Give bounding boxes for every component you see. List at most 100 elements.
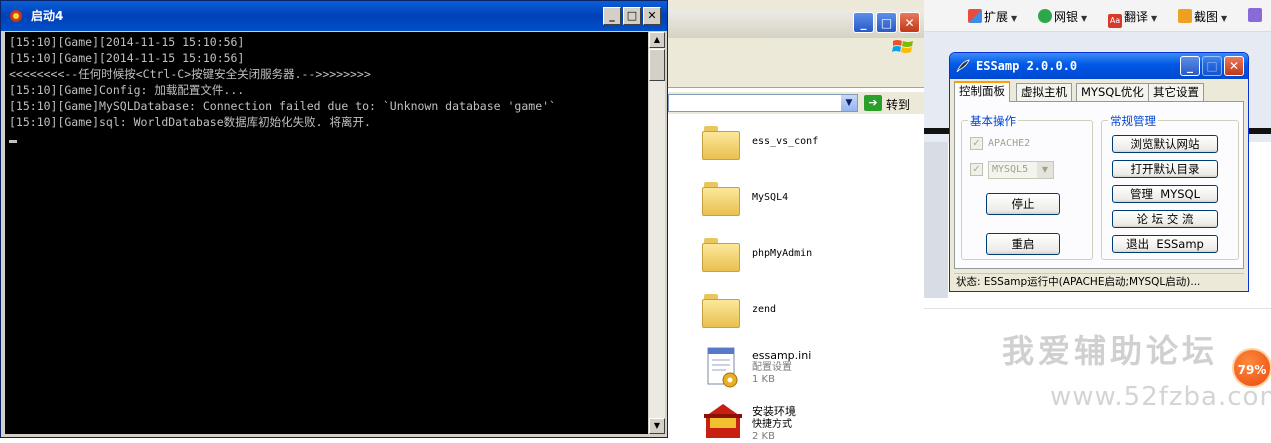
file-item-folder[interactable]: MySQL4 xyxy=(702,180,902,220)
file-item-folder[interactable]: phpMyAdmin xyxy=(702,236,902,276)
essamp-close-button[interactable]: ✕ xyxy=(1224,56,1244,76)
explorer-close-button[interactable]: ✕ xyxy=(899,12,920,33)
restart-button[interactable]: 重启 xyxy=(986,233,1060,255)
shortcut-icon xyxy=(704,404,742,438)
status-bar: 状态: ESSamp运行中(APACHE启动;MYSQL启动)... xyxy=(954,273,1244,289)
file-name: essamp.ini xyxy=(752,349,812,362)
tab-virtual-host[interactable]: 虚拟主机 xyxy=(1016,83,1072,101)
file-size: 1 KB xyxy=(752,374,775,385)
file-type: 快捷方式 xyxy=(752,419,792,430)
watermark-url: www.52fzba.com xyxy=(1050,382,1271,412)
browser-toolbar: 扩展 ▼ 网银 ▼ Aa 翻译 ▼ 截图 ▼ xyxy=(924,0,1271,32)
console-title: 启动4 xyxy=(31,9,64,23)
progress-badge[interactable]: 79% xyxy=(1232,348,1271,388)
explorer-toolbar-area: _ □ ✕ xyxy=(668,0,924,88)
open-default-dir-button[interactable]: 打开默认目录 xyxy=(1112,160,1218,178)
file-item-folder[interactable]: ess_vs_conf xyxy=(702,124,902,164)
file-name: phpMyAdmin xyxy=(752,248,813,259)
chevron-down-icon: ▼ xyxy=(1011,14,1018,23)
mysql-checkbox: ✓ xyxy=(970,163,983,176)
chevron-down-icon: ▼ xyxy=(1081,14,1088,23)
chevron-down-icon: ▼ xyxy=(1037,162,1053,178)
go-button[interactable]: 转到 xyxy=(886,96,910,113)
scroll-thumb[interactable] xyxy=(649,49,665,81)
apache-label: APACHE2 xyxy=(988,138,1031,149)
essamp-minimize-button[interactable]: _ xyxy=(1180,56,1200,76)
file-size: 2 KB xyxy=(752,431,775,442)
file-type: 配置设置 xyxy=(752,362,792,373)
file-item-shortcut[interactable]: 安装环境 快捷方式 2 KB xyxy=(702,400,902,442)
browse-default-site-button[interactable]: 浏览默认网站 xyxy=(1112,135,1218,153)
watermark-title: 我爱辅助论坛 xyxy=(1002,332,1219,370)
explorer-window: _ □ ✕ ▼ ➔ 转到 ess_vs_conf MySQL4 phpMyAdm… xyxy=(668,0,924,442)
console-line: [15:10][Game][2014-11-15 15:10:56] xyxy=(9,51,245,65)
folder-icon xyxy=(702,182,740,216)
apache-checkbox: ✓ xyxy=(970,137,983,150)
maximize-button[interactable]: □ xyxy=(623,7,641,25)
bank-icon xyxy=(1038,9,1052,23)
text-cursor xyxy=(9,140,17,143)
console-output[interactable]: [15:10][Game][2014-11-15 15:10:56] [15:1… xyxy=(5,32,648,434)
toolbar-netbank[interactable]: 网银 ▼ xyxy=(1038,8,1087,25)
mysql-select-value: MYSQL5 xyxy=(992,164,1029,175)
essamp-maximize-button: □ xyxy=(1202,56,1222,76)
tab-other-settings[interactable]: 其它设置 xyxy=(1148,83,1204,101)
console-line: [15:10][Game]sql: WorldDatabase数据库初始化失败.… xyxy=(9,115,371,129)
minimize-button[interactable]: _ xyxy=(603,7,621,25)
folder-icon xyxy=(702,238,740,272)
file-name: 安装环境 xyxy=(752,405,796,418)
scroll-up-icon[interactable]: ▲ xyxy=(649,32,665,48)
file-item-folder[interactable]: zend xyxy=(702,292,902,332)
windows-logo-icon xyxy=(892,40,913,53)
address-bar: ▼ ➔ 转到 xyxy=(668,92,924,114)
console-titlebar[interactable]: 启动4 _ □ ✕ xyxy=(1,1,667,31)
toolbar-more[interactable] xyxy=(1248,8,1264,23)
essamp-window: ESSamp 2.0.0.0 _ □ ✕ 控制面板 虚拟主机 MYSQL优化 其… xyxy=(949,52,1249,292)
tab-control-panel[interactable]: 控制面板 xyxy=(954,81,1010,102)
explorer-minimize-button[interactable]: _ xyxy=(853,12,874,33)
folder-icon xyxy=(702,294,740,328)
group-label: 基本操作 xyxy=(968,113,1018,129)
page-divider xyxy=(924,308,1271,309)
forum-button[interactable]: 论 坛 交 流 xyxy=(1112,210,1218,228)
close-button[interactable]: ✕ xyxy=(643,7,661,25)
explorer-titlebar[interactable]: _ □ ✕ xyxy=(668,10,924,38)
toolbar-translate[interactable]: Aa 翻译 ▼ xyxy=(1108,8,1157,28)
mysql-version-select: MYSQL5 ▼ xyxy=(988,161,1054,179)
scroll-down-icon[interactable]: ▼ xyxy=(649,418,665,434)
chevron-down-icon[interactable]: ▼ xyxy=(841,95,857,111)
exit-essamp-button[interactable]: 退出 ESSamp xyxy=(1112,235,1218,253)
grid-icon xyxy=(968,9,982,23)
console-line: [15:10][Game]MySQLDatabase: Connection f… xyxy=(9,99,556,113)
console-window: 启动4 _ □ ✕ [15:10][Game][2014-11-15 15:10… xyxy=(0,0,668,438)
feather-icon xyxy=(956,59,970,73)
explorer-maximize-button[interactable]: □ xyxy=(876,12,897,33)
address-input[interactable]: ▼ xyxy=(668,94,858,112)
essamp-title: ESSamp 2.0.0.0 xyxy=(976,59,1078,73)
toolbar-label: 网银 xyxy=(1054,10,1079,24)
console-app-icon xyxy=(10,10,22,22)
tab-mysql-optimize[interactable]: MYSQL优化 xyxy=(1076,83,1149,101)
file-item-ini[interactable]: essamp.ini 配置设置 1 KB xyxy=(702,346,902,392)
toolbar-extensions[interactable]: 扩展 ▼ xyxy=(968,8,1017,25)
toolbar-label: 翻译 xyxy=(1124,10,1149,24)
file-name: zend xyxy=(752,304,777,315)
page-sidebar xyxy=(924,142,948,298)
console-line: [15:10][Game][2014-11-15 15:10:56] xyxy=(9,35,245,49)
file-name: ess_vs_conf xyxy=(752,136,819,147)
console-line: <<<<<<<<--任何时候按<Ctrl-C>按键安全关闭服务器.-->>>>>… xyxy=(9,67,371,81)
more-icon xyxy=(1248,8,1262,22)
essamp-titlebar[interactable]: ESSamp 2.0.0.0 _ □ ✕ xyxy=(950,53,1248,79)
chevron-down-icon: ▼ xyxy=(1151,14,1158,23)
toolbar-screenshot[interactable]: 截图 ▼ xyxy=(1178,8,1227,25)
toolbar-label: 截图 xyxy=(1194,10,1219,24)
go-arrow-icon[interactable]: ➔ xyxy=(864,95,882,111)
toolbar-label: 扩展 xyxy=(984,10,1009,24)
group-label: 常规管理 xyxy=(1108,113,1158,129)
console-scrollbar[interactable]: ▲ ▼ xyxy=(649,32,665,434)
manage-mysql-button[interactable]: 管理 MYSQL xyxy=(1112,185,1218,203)
folder-icon xyxy=(702,126,740,160)
file-name: MySQL4 xyxy=(752,192,789,203)
console-line: [15:10][Game]Config: 加载配置文件... xyxy=(9,83,245,97)
stop-button[interactable]: 停止 xyxy=(986,193,1060,215)
